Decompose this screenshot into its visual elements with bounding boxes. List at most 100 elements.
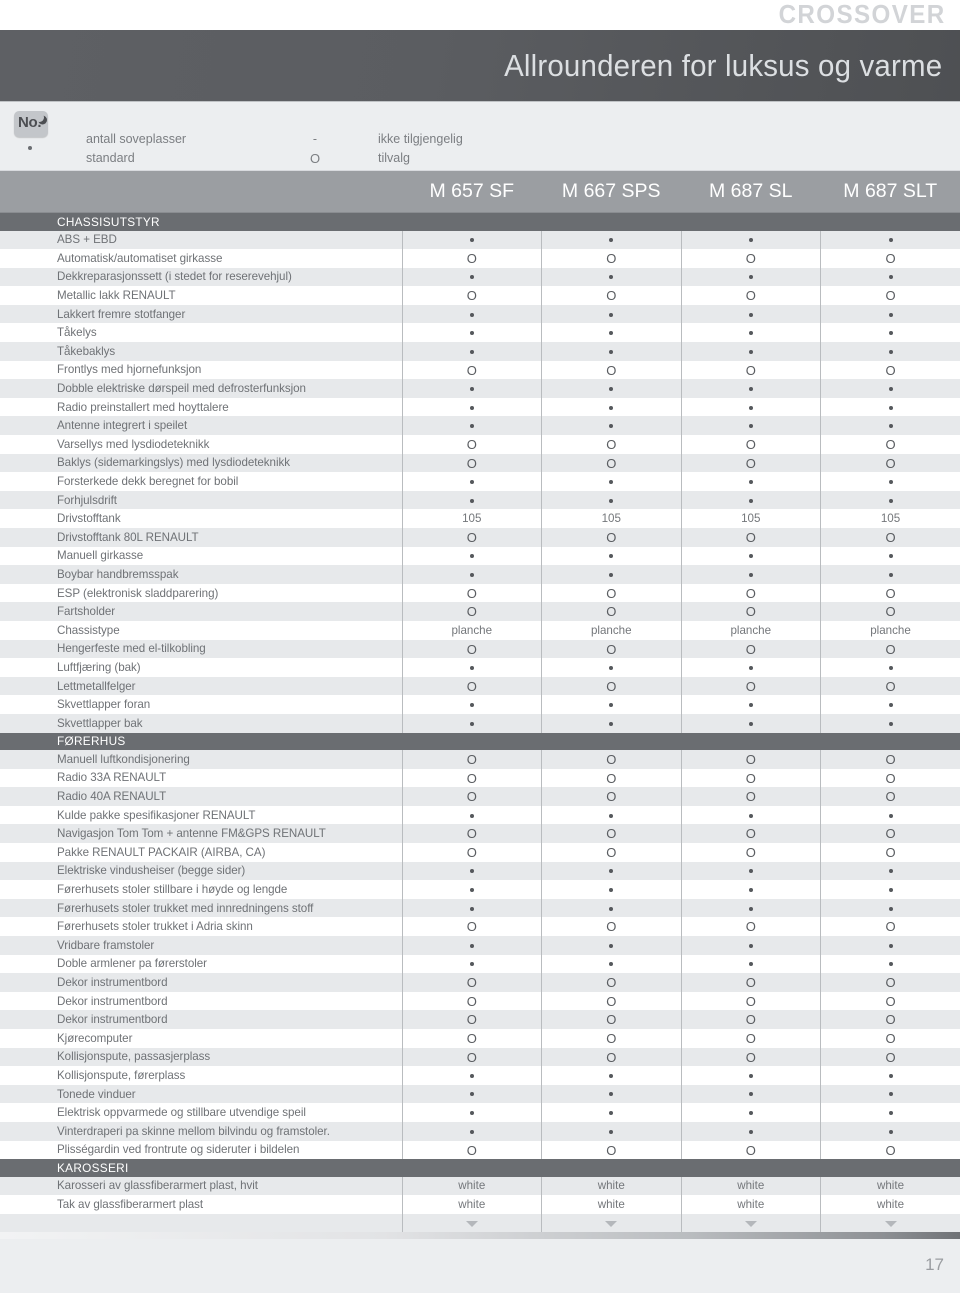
- option-marker: O: [745, 845, 756, 861]
- feature-value-cell: O: [820, 843, 960, 862]
- option-marker: O: [885, 362, 896, 378]
- standard-marker: [609, 1129, 614, 1134]
- feature-value-cell: [541, 416, 681, 436]
- section-header-row: CHASSISUTSTYR: [0, 213, 960, 231]
- feature-value-cell: [680, 323, 821, 343]
- feature-value-cell: O: [541, 824, 681, 843]
- feature-value-cell: O: [401, 1028, 542, 1048]
- option-marker: O: [466, 770, 477, 786]
- feature-value-cell: white: [680, 1176, 821, 1196]
- feature-label: ABS + EBD: [0, 230, 402, 250]
- option-marker: O: [606, 437, 617, 453]
- option-marker: O: [885, 678, 896, 694]
- continue-arrow-icon: [465, 1220, 478, 1227]
- table-row: Lettmetallfelger O O O O: [0, 676, 960, 696]
- standard-marker: [469, 554, 474, 559]
- feature-value-cell: O: [680, 286, 821, 305]
- feature-label: Tak av glassfiberarmert plast: [0, 1195, 402, 1214]
- standard-marker: [609, 813, 614, 818]
- value-text: 105: [462, 512, 482, 526]
- table-row: ABS + EBD: [0, 230, 960, 250]
- feature-value-cell: [820, 1066, 960, 1085]
- feature-value-cell: [401, 861, 542, 881]
- feature-value-cell: [401, 713, 542, 733]
- feature-value-cell: [541, 472, 681, 491]
- footer-gradient-bar: [0, 1232, 960, 1240]
- table-row: Førerhusets stoler trukket med innrednin…: [0, 898, 960, 918]
- feature-value-cell: [680, 1103, 821, 1122]
- standard-marker: [609, 962, 614, 967]
- option-marker: O: [606, 362, 617, 378]
- feature-value-cell: O: [541, 602, 681, 621]
- option-marker: O: [466, 604, 477, 620]
- table-row: Dobble elektriske dørspeil med defroster…: [0, 379, 960, 398]
- table-row: Manuell luftkondisjonering O O O O: [0, 750, 960, 769]
- feature-value-cell: O: [820, 528, 960, 547]
- feature-value-cell: 105: [820, 509, 960, 528]
- feature-value-cell: [820, 861, 960, 881]
- option-marker: O: [466, 975, 477, 991]
- table-row: Tåkebaklys: [0, 342, 960, 361]
- value-text: white: [876, 1197, 905, 1211]
- feature-value-cell: O: [401, 1047, 542, 1067]
- table-row: Dekkreparasjonssett (i stedet for resere…: [0, 267, 960, 287]
- option-marker: O: [606, 455, 617, 471]
- option-marker: O: [606, 975, 617, 991]
- value-text: 105: [601, 512, 621, 526]
- feature-label: Lettmetallfelger: [0, 676, 402, 696]
- standard-marker: [888, 943, 893, 948]
- table-row: Varsellys med lysdiodeteknikk O O O O: [0, 435, 960, 454]
- feature-label: Skvettlapper foran: [0, 695, 402, 714]
- feature-value-cell: [541, 805, 681, 825]
- feature-label: Skvettlapper bak: [0, 713, 402, 733]
- standard-marker: [469, 906, 474, 911]
- feature-value-cell: 105: [401, 509, 542, 528]
- continue-arrow-icon: [884, 1220, 897, 1227]
- option-marker: O: [885, 789, 896, 805]
- feature-value-cell: O: [820, 787, 960, 806]
- feature-value-cell: [401, 658, 542, 677]
- feature-value-cell: O: [680, 843, 821, 862]
- standard-marker: [888, 554, 893, 559]
- standard-marker: [888, 721, 893, 726]
- standard-marker: [748, 1111, 753, 1116]
- option-marker: O: [466, 251, 477, 267]
- option-marker: O: [466, 919, 477, 935]
- feature-value-cell: O: [820, 1047, 960, 1067]
- feature-value-cell: white: [401, 1176, 542, 1196]
- option-marker: O: [745, 288, 756, 304]
- specification-table: CHASSISUTSTYR ABS + EBD Automatisk/automat…: [0, 213, 960, 1233]
- feature-value-cell: O: [541, 286, 681, 305]
- option-marker: O: [885, 455, 896, 471]
- feature-value-cell: [541, 323, 681, 343]
- value-text: planche: [451, 623, 493, 637]
- table-row: Vinterdraperi pa skinne mellom bilvindu …: [0, 1121, 960, 1141]
- value-text: 105: [741, 512, 761, 526]
- table-row: Karosseri av glassfiberarmert plast, hvi…: [0, 1176, 960, 1196]
- standard-marker: [469, 1092, 474, 1097]
- standard-marker: [748, 721, 753, 726]
- standard-marker: [469, 1129, 474, 1134]
- feature-value-cell: O: [680, 973, 821, 992]
- option-marker: O: [885, 1142, 896, 1158]
- feature-label: Automatisk/automatiset girkasse: [0, 249, 402, 268]
- table-row: Metallic lakk RENAULT O O O O: [0, 286, 960, 305]
- option-marker: O: [745, 1030, 756, 1046]
- option-marker: O: [885, 752, 896, 768]
- option-marker: O: [885, 604, 896, 620]
- standard-marker: [748, 331, 753, 336]
- feature-value-cell: [680, 1121, 821, 1141]
- option-marker: O: [885, 1049, 896, 1065]
- feature-value-cell: [401, 342, 542, 361]
- feature-value-cell: O: [401, 639, 542, 659]
- table-row: Dekor instrumentbord O O O O: [0, 973, 960, 992]
- option-marker: O: [745, 919, 756, 935]
- feature-value-cell: O: [401, 991, 542, 1011]
- feature-value-cell: [680, 1084, 821, 1104]
- option-marker: O: [745, 789, 756, 805]
- option-marker: O: [606, 770, 617, 786]
- feature-value-cell: O: [820, 973, 960, 992]
- feature-value-cell: [680, 230, 821, 250]
- table-row: Tåkelys: [0, 323, 960, 343]
- feature-label: Lakkert fremre stotfanger: [0, 304, 402, 324]
